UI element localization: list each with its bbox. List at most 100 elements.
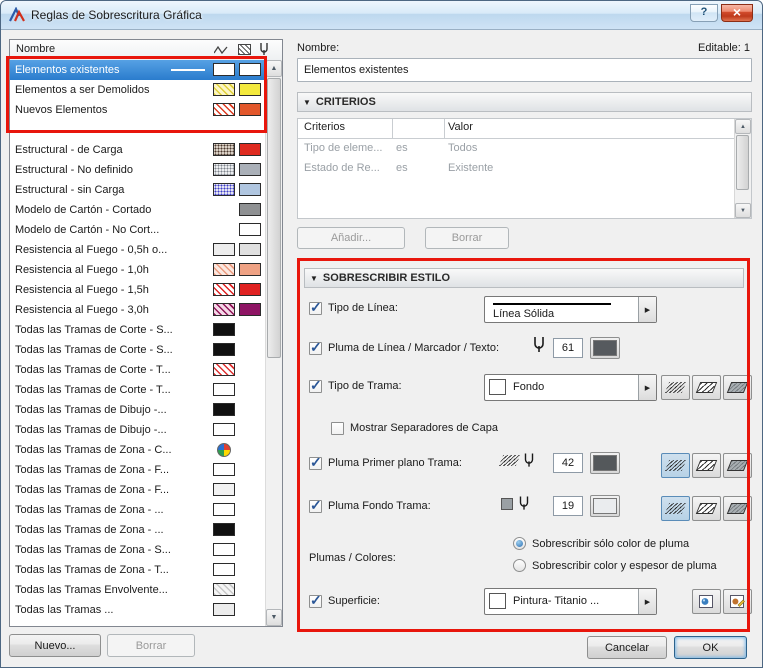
scroll-up-icon[interactable]: ▲ (266, 60, 282, 77)
list-item[interactable]: Todas las Tramas de Zona - T... (10, 560, 265, 580)
swatch (239, 263, 261, 276)
fg-pen-color-button[interactable] (590, 452, 620, 474)
hatch-icon (727, 460, 748, 471)
criteria-row[interactable]: Tipo de eleme...esTodos (298, 138, 735, 158)
criteria-row[interactable]: Estado de Re...esExistente (298, 158, 735, 178)
criteria-scrollbar[interactable]: ▲ ▼ (734, 119, 751, 218)
list-item[interactable]: Todas las Tramas de Corte - S... (10, 340, 265, 360)
surface-dropdown[interactable]: Pintura- Titanio ... ▶ (484, 588, 657, 615)
criteria-table: Criterios Valor Tipo de eleme...esTodosE… (297, 118, 752, 219)
list-item[interactable]: Resistencia al Fuego - 1,0h (10, 260, 265, 280)
list-item[interactable]: Estructural - sin Carga (10, 180, 265, 200)
pen-color-button[interactable] (590, 337, 620, 359)
swatch (213, 603, 235, 616)
list-item[interactable]: Todas las Tramas de Corte - S... (10, 320, 265, 340)
criteria-section-header[interactable]: ▼CRITERIOS (297, 92, 752, 112)
list-item[interactable]: Todas las Tramas de Zona - F... (10, 460, 265, 480)
list-scrollbar[interactable]: ▲ ▼ (265, 60, 282, 626)
line-column-icon[interactable] (214, 45, 228, 55)
list-item[interactable]: Elementos a ser Demolidos (10, 80, 265, 100)
list-item[interactable]: Todas las Tramas de Zona - C... (10, 440, 265, 460)
scroll-down-icon[interactable]: ▼ (266, 609, 282, 626)
list-item[interactable]: Modelo de Cartón - No Cort... (10, 220, 265, 240)
list-item[interactable]: Todas las Tramas de Zona - S... (10, 540, 265, 560)
radio-icon[interactable] (513, 559, 526, 572)
bg-pen-cut-fills-button[interactable] (661, 496, 690, 521)
bg-pen-drafting-fills-button[interactable] (723, 496, 752, 521)
fill-type-cut-fills-button[interactable] (661, 375, 690, 400)
list-item[interactable]: Estructural - de Carga (10, 140, 265, 160)
pen-checkbox[interactable] (309, 342, 322, 355)
value-column-header[interactable]: Valor (448, 121, 473, 133)
list-item[interactable]: Todas las Tramas ... (10, 600, 265, 620)
fg-pen-drafting-fills-button[interactable] (723, 453, 752, 478)
list-item[interactable]: Nuevos Elementos (10, 100, 265, 120)
list-item[interactable]: Todas las Tramas Envolvente... (10, 580, 265, 600)
override-section-header[interactable]: ▼SOBRESCRIBIR ESTILO (304, 268, 744, 288)
fill-type-preview: Fondo (485, 375, 638, 400)
hatch-icon (665, 460, 686, 471)
swatch (213, 423, 235, 436)
name-input[interactable]: Elementos existentes (297, 58, 752, 82)
list-item[interactable]: Todas las Tramas de Zona - ... (10, 500, 265, 520)
criteria-column-header[interactable]: Criterios (304, 121, 345, 133)
ok-button[interactable]: OK (674, 636, 747, 659)
list-item[interactable]: Todas las Tramas de Zona - F... (10, 480, 265, 500)
list-item[interactable]: Resistencia al Fuego - 0,5h o... (10, 240, 265, 260)
rules-list-header[interactable]: Nombre (10, 40, 282, 61)
delete-rule-button[interactable]: Borrar (107, 634, 195, 657)
line-type-checkbox[interactable] (309, 302, 322, 315)
scroll-down-icon[interactable]: ▼ (735, 203, 751, 218)
list-item[interactable]: Estructural - No definido (10, 160, 265, 180)
line-type-dropdown[interactable]: Línea Sólida ▶ (484, 296, 657, 323)
swatch (239, 163, 261, 176)
new-rule-button[interactable]: Nuevo... (9, 634, 101, 657)
bg-pen-cover-fills-button[interactable] (692, 496, 721, 521)
scroll-up-icon[interactable]: ▲ (735, 119, 751, 134)
bg-pen-number-input[interactable]: 19 (553, 496, 583, 516)
swatch (213, 523, 235, 536)
line-type-sample (493, 303, 611, 305)
list-item[interactable]: Resistencia al Fuego - 3,0h (10, 300, 265, 320)
help-button[interactable]: ? (690, 4, 718, 22)
name-column-header[interactable]: Nombre (16, 43, 55, 55)
bg-pen-color-button[interactable] (590, 495, 620, 517)
fill-type-dropdown[interactable]: Fondo ▶ (484, 374, 657, 401)
list-item[interactable]: Todas las Tramas de Dibujo -... (10, 420, 265, 440)
titlebar[interactable]: Reglas de Sobrescritura Gráfica ? × (1, 1, 762, 30)
list-item[interactable]: Modelo de Cartón - Cortado (10, 200, 265, 220)
list-item[interactable]: Resistencia al Fuego - 1,5h (10, 280, 265, 300)
fill-column-icon[interactable] (238, 44, 251, 55)
fill-type-cover-fills-button[interactable] (692, 375, 721, 400)
fill-type-drafting-fills-button[interactable] (723, 375, 752, 400)
scroll-thumb[interactable] (267, 78, 281, 358)
fg-pen-cut-fills-button[interactable] (661, 453, 690, 478)
cancel-button[interactable]: Cancelar (587, 636, 667, 659)
list-item[interactable]: Elementos existentes (10, 60, 265, 80)
list-item[interactable]: Todas las Tramas de Corte - T... (10, 380, 265, 400)
pen-number-input[interactable]: 61 (553, 338, 583, 358)
criteria-value: Existente (448, 158, 493, 178)
surface-texture-button[interactable] (692, 589, 721, 614)
list-item[interactable]: Todas las Tramas de Dibujo -... (10, 400, 265, 420)
delete-criteria-button[interactable]: Borrar (425, 227, 509, 249)
radio-override-color-weight[interactable]: Sobrescribir color y espesor de pluma (513, 559, 717, 572)
name-input-value: Elementos existentes (304, 64, 409, 76)
layer-separators-checkbox[interactable] (331, 422, 344, 435)
radio-icon[interactable] (513, 537, 526, 550)
fg-pen-checkbox[interactable] (309, 457, 322, 470)
list-item[interactable]: Todas las Tramas de Zona - ... (10, 520, 265, 540)
radio-override-color-only[interactable]: Sobrescribir sólo color de pluma (513, 537, 689, 550)
list-item[interactable]: Todas las Tramas de Corte - T... (10, 360, 265, 380)
pen-column-icon[interactable] (258, 42, 270, 57)
surface-catalog-button[interactable] (723, 589, 752, 614)
surface-checkbox[interactable] (309, 595, 322, 608)
hatch-icon (727, 503, 748, 514)
close-button[interactable]: × (721, 4, 753, 22)
fg-pen-number-input[interactable]: 42 (553, 453, 583, 473)
scroll-thumb[interactable] (736, 135, 749, 190)
fg-pen-cover-fills-button[interactable] (692, 453, 721, 478)
add-criteria-button[interactable]: Añadir... (297, 227, 405, 249)
fill-type-checkbox[interactable] (309, 380, 322, 393)
bg-pen-checkbox[interactable] (309, 500, 322, 513)
